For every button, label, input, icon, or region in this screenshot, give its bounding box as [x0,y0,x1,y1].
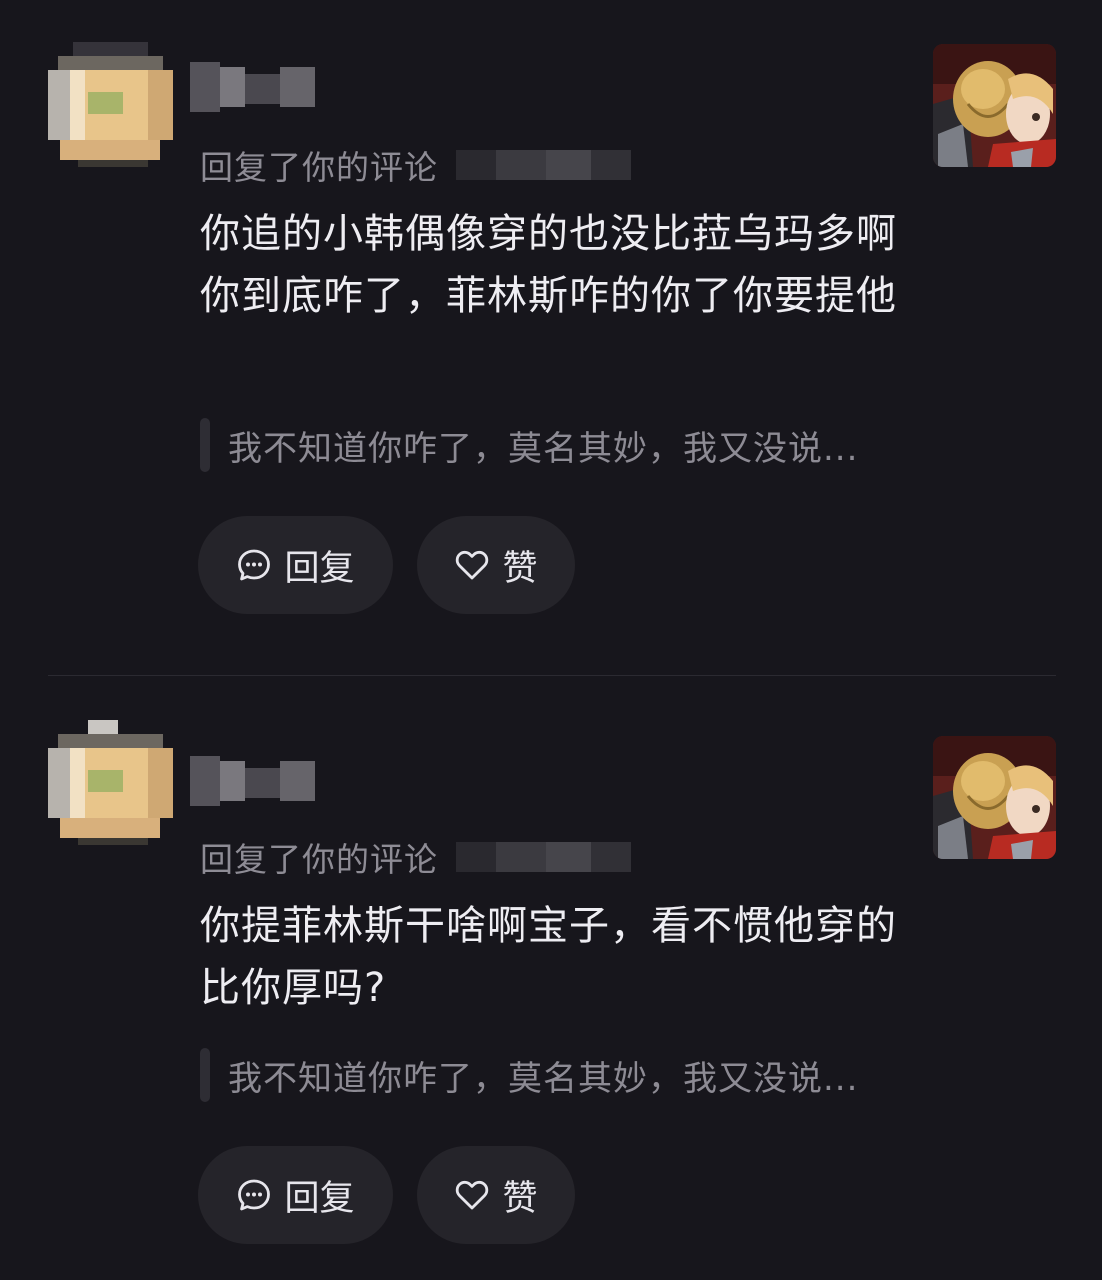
action-buttons: 回复 赞 [198,516,575,614]
chat-bubble-icon [236,1177,272,1213]
meta-row: 回复了你的评论 [200,834,631,880]
comment-text[interactable]: 你提菲林斯干啥啊宝子，看不惯他穿的比你厚吗? [200,895,900,1019]
avatar[interactable] [48,42,173,167]
notification-item[interactable]: 回复了你的评论 你提菲林斯干啥啊宝子，看不惯他穿的比你厚吗? 我不知道你咋了，莫… [0,676,1102,1280]
username-blurred[interactable] [190,62,315,112]
quoted-comment[interactable]: 我不知道你咋了，莫名其妙，我又没说... [200,1047,858,1103]
notification-item[interactable]: 回复了你的评论 你追的小韩偶像穿的也没比菈乌玛多啊你到底咋了，菲林斯咋的你了你要… [0,0,1102,675]
action-text: 回复了你的评论 [200,840,438,879]
timestamp-blurred [456,146,631,184]
reply-label: 回复 [284,1178,355,1219]
quoted-comment[interactable]: 我不知道你咋了，莫名其妙，我又没说... [200,417,858,473]
like-label: 赞 [502,548,538,589]
meta-row: 回复了你的评论 [200,142,631,188]
reply-button[interactable]: 回复 [198,516,393,614]
heart-icon [454,1177,490,1213]
heart-icon [454,547,490,583]
quote-bar [200,1048,210,1102]
like-button[interactable]: 赞 [417,516,575,614]
post-thumbnail[interactable] [933,736,1056,859]
quoted-text: 我不知道你咋了，莫名其妙，我又没说... [228,428,859,469]
chat-bubble-icon [236,547,272,583]
like-label: 赞 [502,1178,538,1219]
timestamp-blurred [456,838,631,876]
quoted-text: 我不知道你咋了，莫名其妙，我又没说... [228,1058,859,1099]
reply-label: 回复 [284,548,355,589]
post-thumbnail[interactable] [933,44,1056,167]
quote-bar [200,418,210,472]
username-blurred[interactable] [190,756,315,806]
reply-button[interactable]: 回复 [198,1146,393,1244]
action-buttons: 回复 赞 [198,1146,575,1244]
action-text: 回复了你的评论 [200,148,438,187]
avatar[interactable] [48,720,173,845]
like-button[interactable]: 赞 [417,1146,575,1244]
comment-text[interactable]: 你追的小韩偶像穿的也没比菈乌玛多啊你到底咋了，菲林斯咋的你了你要提他 [200,203,900,327]
